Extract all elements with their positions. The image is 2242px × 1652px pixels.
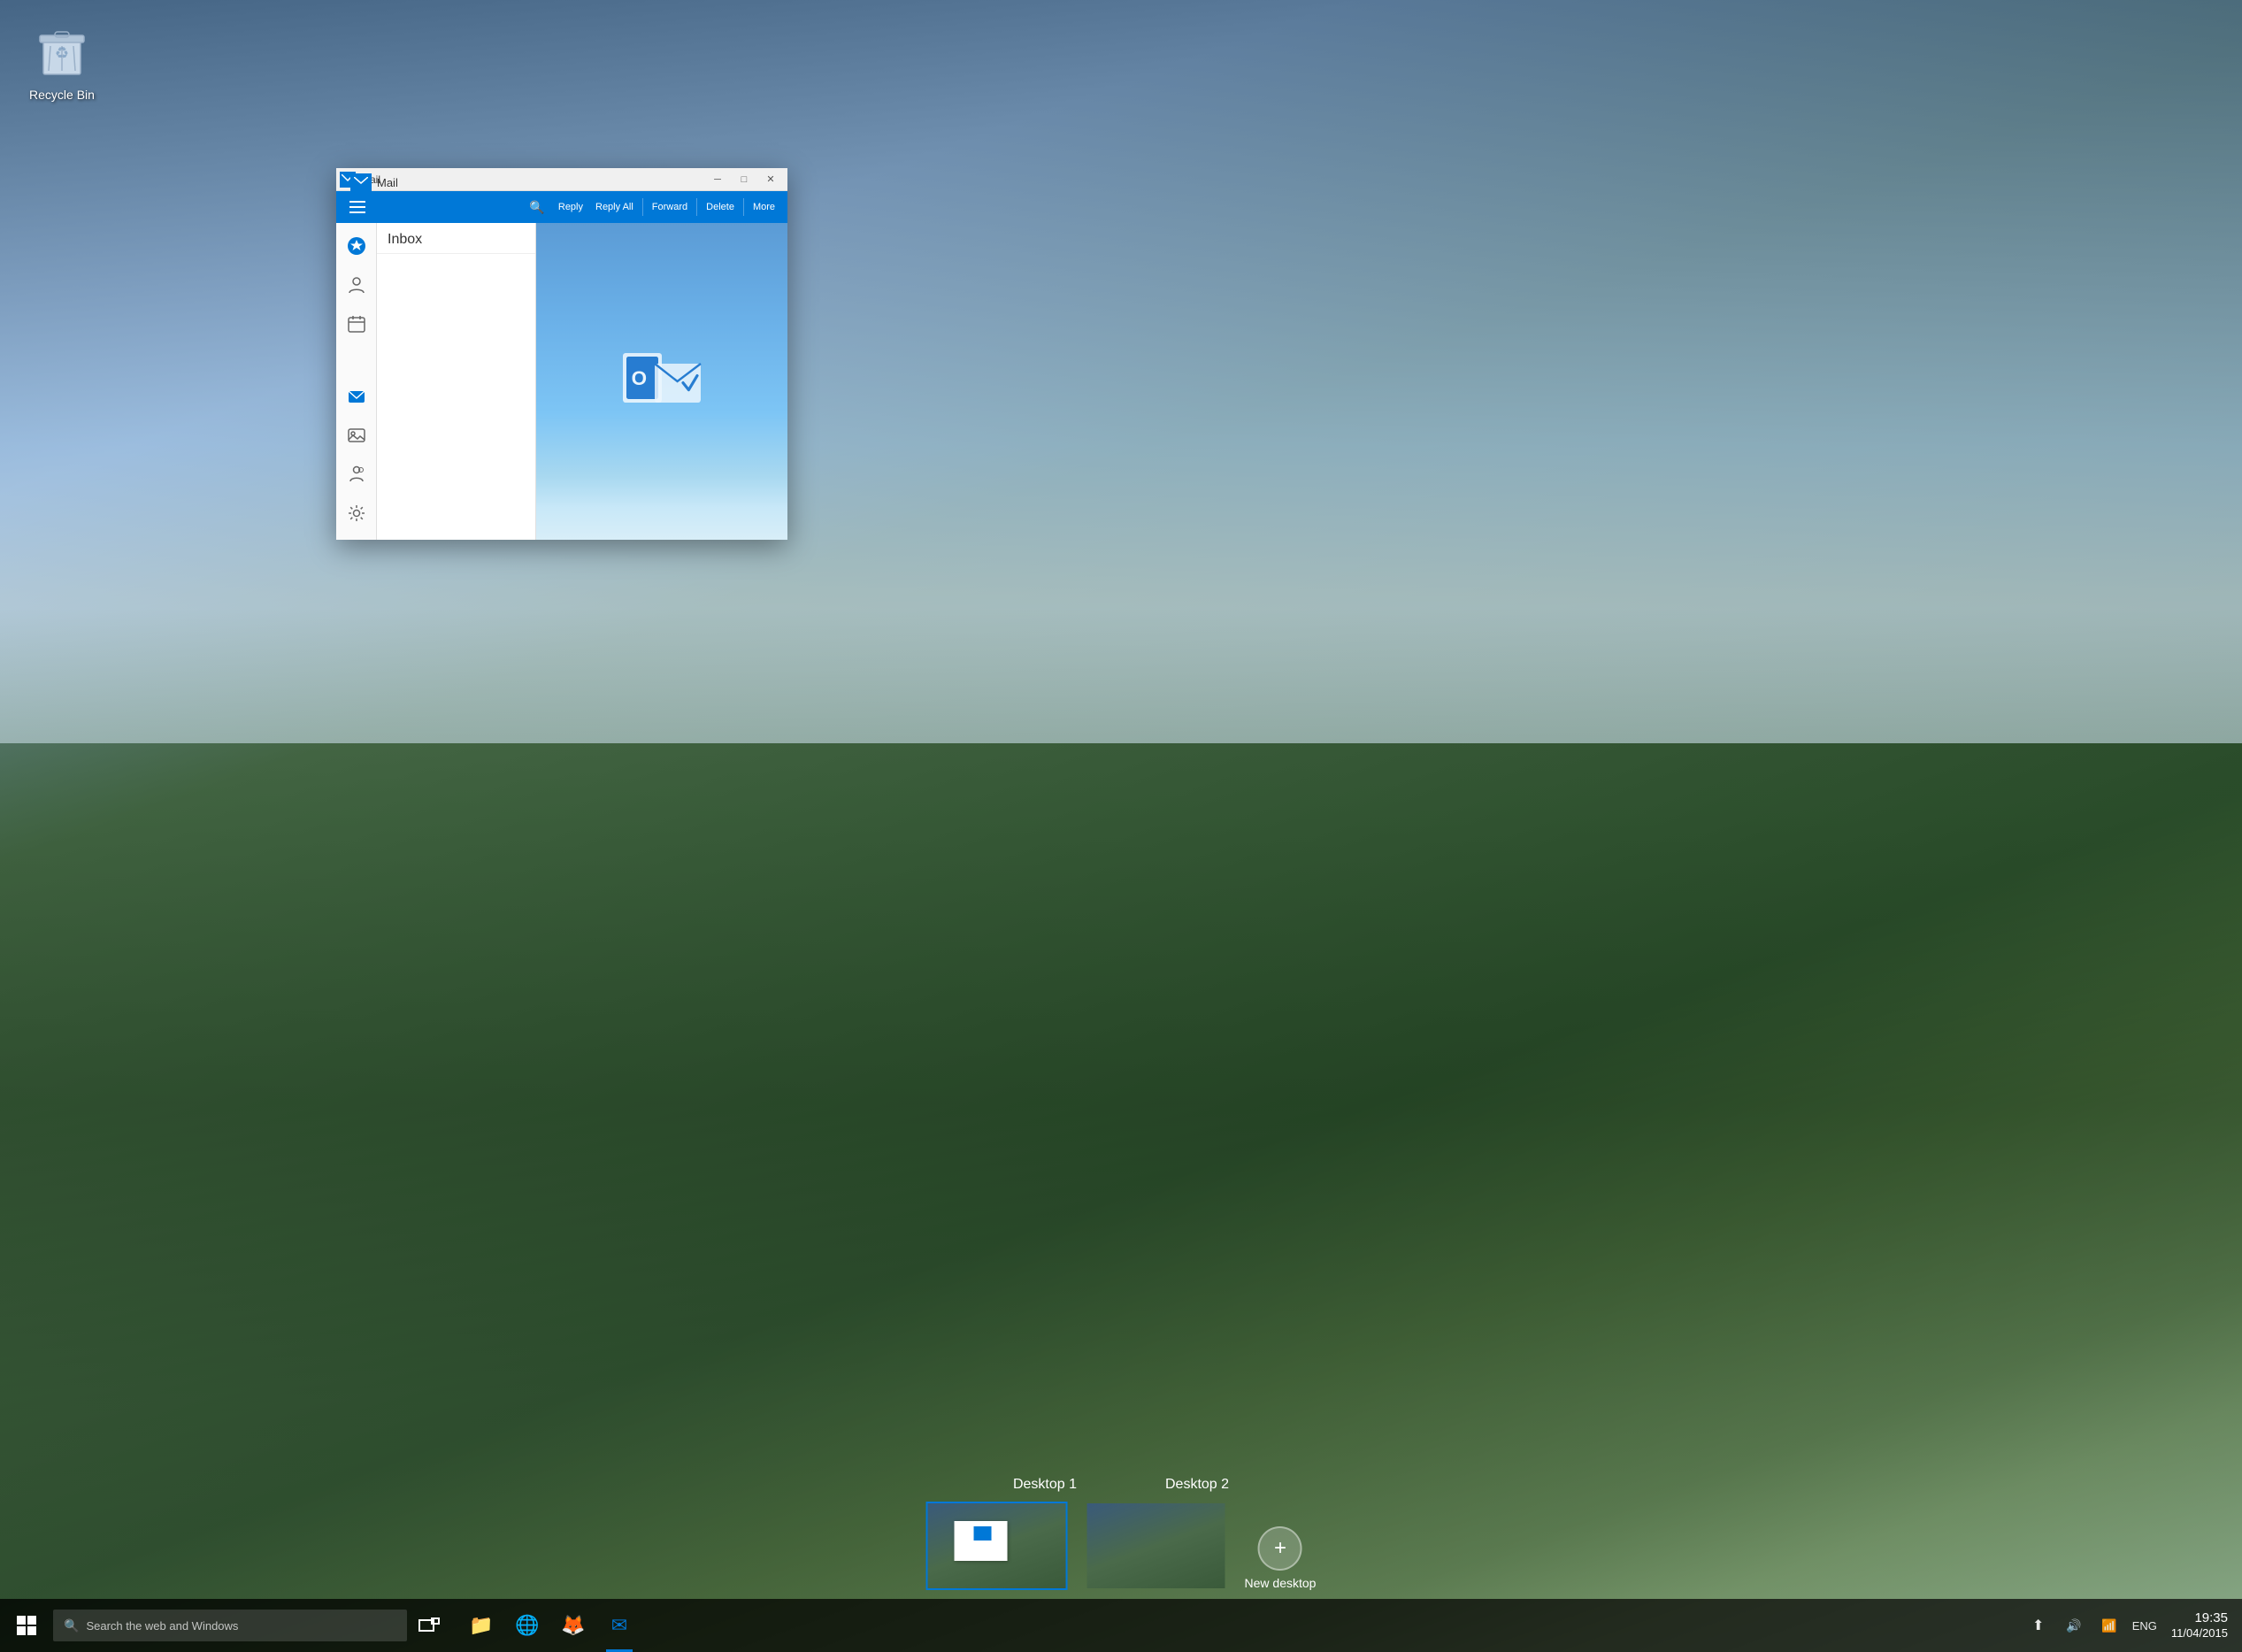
- mail-floating-title-text: Mail: [377, 176, 398, 189]
- desktop-labels: Desktop 1 Desktop 2: [1013, 1477, 1229, 1493]
- virtual-desktops: Desktop 1 Desktop 2 + New desktop: [926, 1477, 1317, 1590]
- hamburger-line-1: [349, 201, 365, 203]
- desktop2-thumb-bg: [1087, 1503, 1225, 1588]
- taskbar-right: ⬆ 🔊 📶 ENG 19:35 11/04/2015: [2023, 1599, 2242, 1652]
- sidebar-bottom: [341, 380, 372, 533]
- mail-window: Mail ─ □ ✕ 🔍 Reply Reply All Forward Del…: [336, 168, 787, 540]
- toolbar-divider-1: [642, 198, 643, 216]
- desktop1-mail-icon: [974, 1526, 992, 1541]
- volume-icon[interactable]: 🔊: [2058, 1599, 2090, 1652]
- start-icon-sq2: [27, 1616, 36, 1625]
- taskbar-search-text: Search the web and Windows: [86, 1619, 238, 1633]
- hamburger-menu-button[interactable]: [343, 193, 372, 221]
- desktop1-thumb-img: [926, 1502, 1068, 1590]
- taskbar-search-icon: 🔍: [64, 1618, 79, 1633]
- mail-reading-panel: O: [536, 223, 787, 540]
- firefox-icon: 🦊: [561, 1614, 585, 1637]
- toolbar-divider-2: [696, 198, 697, 216]
- window-chrome: Mail ─ □ ✕: [336, 168, 787, 191]
- toolbar-actions: Reply Reply All Forward Delete More: [553, 198, 780, 216]
- file-explorer-icon: 📁: [469, 1614, 493, 1637]
- desktop1-thumbnail[interactable]: [926, 1502, 1068, 1590]
- start-button[interactable]: [0, 1599, 53, 1652]
- restore-button[interactable]: □: [731, 168, 757, 191]
- minimize-button[interactable]: ─: [704, 168, 731, 191]
- desktop2-thumb-img: [1086, 1502, 1227, 1590]
- sidebar-inbox-icon[interactable]: [341, 230, 372, 262]
- start-icon-sq4: [27, 1626, 36, 1635]
- desktop1-label: Desktop 1: [1013, 1477, 1077, 1493]
- toolbar-divider-3: [743, 198, 744, 216]
- outlook-logo: O: [618, 346, 706, 417]
- mail-list-items: [377, 254, 535, 540]
- start-icon-sq3: [17, 1626, 26, 1635]
- taskbar-firefox[interactable]: 🦊: [550, 1599, 596, 1652]
- close-button[interactable]: ✕: [757, 168, 784, 191]
- ie-icon: 🌐: [515, 1614, 539, 1637]
- sidebar-mail-icon[interactable]: [341, 380, 372, 412]
- taskbar-file-explorer[interactable]: 📁: [458, 1599, 504, 1652]
- desktop-thumbnails: + New desktop: [926, 1502, 1317, 1590]
- start-icon: [17, 1616, 36, 1635]
- task-view-icon: [418, 1617, 440, 1633]
- mail-list-panel: Inbox: [377, 223, 536, 540]
- network-icon[interactable]: 📶: [2093, 1599, 2125, 1652]
- mail-title-icon: [350, 173, 372, 191]
- sidebar-calendar-icon[interactable]: [341, 308, 372, 340]
- taskbar-mail[interactable]: ✉: [596, 1599, 642, 1652]
- mail-floating-title: Mail: [350, 173, 398, 191]
- recycle-bin-icon: ♻: [31, 21, 93, 83]
- forward-button[interactable]: Forward: [647, 200, 693, 214]
- mail-content: Inbox O: [336, 223, 787, 540]
- window-controls: ─ □ ✕: [704, 168, 784, 191]
- mail-list-header: Inbox: [377, 223, 535, 254]
- taskbar-clock[interactable]: 19:35 11/04/2015: [2164, 1610, 2235, 1640]
- more-button[interactable]: More: [748, 200, 780, 214]
- desktop2-label: Desktop 2: [1165, 1477, 1229, 1493]
- taskbar-date: 11/04/2015: [2171, 1626, 2228, 1640]
- taskbar-time: 19:35: [2194, 1610, 2228, 1626]
- sidebar-accounts-icon[interactable]: [341, 458, 372, 490]
- svg-text:♻: ♻: [55, 44, 69, 62]
- start-icon-sq1: [17, 1616, 26, 1625]
- new-desktop-label: New desktop: [1245, 1576, 1317, 1590]
- sidebar-settings-icon[interactable]: [341, 497, 372, 529]
- ground-overlay: [0, 608, 2242, 1599]
- reply-all-button[interactable]: Reply All: [590, 200, 639, 214]
- search-button[interactable]: 🔍: [525, 195, 549, 219]
- language-button[interactable]: ENG: [2129, 1619, 2161, 1633]
- taskbar: 🔍 Search the web and Windows 📁 🌐 🦊 ✉ ⬆ 🔊: [0, 1599, 2242, 1652]
- reply-button[interactable]: Reply: [553, 200, 588, 214]
- svg-text:O: O: [632, 367, 647, 389]
- new-desktop-button[interactable]: + New desktop: [1245, 1526, 1317, 1590]
- hamburger-line-3: [349, 211, 365, 213]
- recycle-bin-label: Recycle Bin: [29, 87, 95, 103]
- new-desktop-plus-icon: +: [1258, 1526, 1302, 1571]
- sidebar-contacts-icon[interactable]: [341, 269, 372, 301]
- taskbar-search[interactable]: 🔍 Search the web and Windows: [53, 1610, 407, 1641]
- desktop2-thumbnail[interactable]: [1086, 1502, 1227, 1590]
- tray-icon-1[interactable]: ⬆: [2023, 1599, 2054, 1652]
- task-view-secondary-rect: [431, 1617, 440, 1625]
- taskbar-mail-icon: ✉: [611, 1614, 627, 1637]
- mail-toolbar: 🔍 Reply Reply All Forward Delete More: [336, 191, 787, 223]
- taskbar-apps: 📁 🌐 🦊 ✉: [458, 1599, 642, 1652]
- mail-sidebar: [336, 223, 377, 540]
- taskbar-ie[interactable]: 🌐: [504, 1599, 550, 1652]
- desktop1-thumb-bg: [928, 1503, 1066, 1588]
- recycle-bin[interactable]: ♻ Recycle Bin: [18, 18, 106, 106]
- sidebar-image-icon[interactable]: [341, 419, 372, 451]
- hamburger-line-2: [349, 206, 365, 208]
- task-view-button[interactable]: [407, 1599, 451, 1652]
- delete-button[interactable]: Delete: [701, 200, 740, 214]
